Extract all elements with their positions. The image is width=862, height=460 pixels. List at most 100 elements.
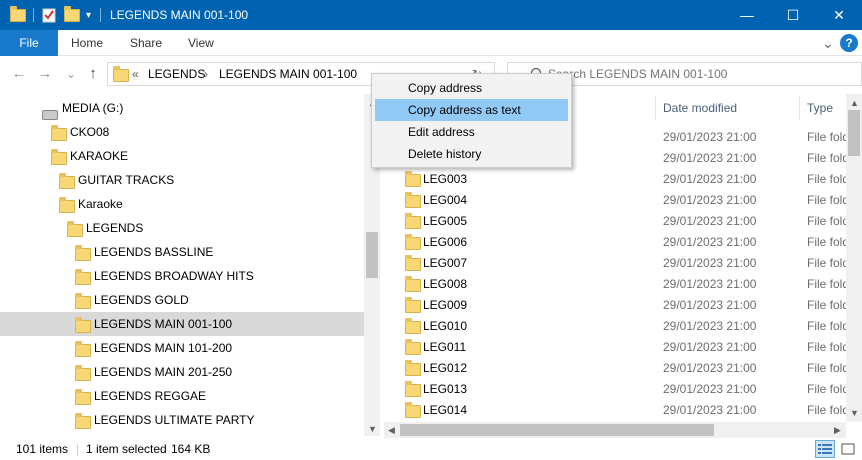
file-name: LEG006: [423, 235, 468, 249]
tree-item-label: LEGENDS BROADWAY HITS: [94, 269, 254, 283]
scroll-left-arrow[interactable]: ◀: [388, 425, 395, 436]
file-row[interactable]: LEG003 29/01/2023 21:00 File folder: [380, 169, 860, 190]
file-row[interactable]: LEG005 29/01/2023 21:00 File folder: [380, 211, 860, 232]
scroll-down-arrow[interactable]: ▼: [368, 424, 377, 434]
file-date: 29/01/2023 21:00: [663, 340, 757, 354]
file-row[interactable]: LEG008 29/01/2023 21:00 File folder: [380, 274, 860, 295]
tab-file[interactable]: File: [0, 30, 58, 56]
close-button[interactable]: ✕: [816, 0, 862, 30]
tree-item-label: LEGENDS MAIN 101-200: [94, 341, 233, 355]
file-date: 29/01/2023 21:00: [663, 361, 757, 375]
file-name: LEG013: [423, 382, 468, 396]
tab-share[interactable]: Share: [130, 30, 162, 56]
up-button[interactable]: ↑: [84, 64, 102, 84]
file-date: 29/01/2023 21:00: [663, 403, 757, 417]
new-folder-icon[interactable]: [64, 0, 80, 30]
tab-view[interactable]: View: [188, 30, 214, 56]
scroll-right-arrow[interactable]: ▶: [834, 425, 841, 436]
tree-item[interactable]: LEGENDS: [0, 216, 364, 240]
horizontal-scrollbar[interactable]: ◀ ▶: [384, 422, 846, 438]
file-row[interactable]: LEG014 29/01/2023 21:00 File folder: [380, 400, 860, 421]
properties-icon[interactable]: [42, 0, 56, 30]
tree-item-drive[interactable]: MEDIA (G:): [0, 96, 364, 120]
ribbon: File Home Share View ⌄ ?: [0, 30, 862, 56]
tree-item[interactable]: LEGENDS MAIN 101-200: [0, 336, 364, 360]
tree-item-label: MEDIA (G:): [62, 101, 124, 115]
menu-item-delete-history[interactable]: Delete history: [375, 143, 568, 165]
scroll-up-arrow[interactable]: ▲: [850, 98, 859, 108]
file-date: 29/01/2023 21:00: [663, 193, 757, 207]
minimize-button[interactable]: —: [724, 0, 770, 30]
tree-item[interactable]: LEGENDS GOLD: [0, 288, 364, 312]
file-list-scrollbar[interactable]: ▲ ▼: [846, 94, 862, 422]
back-button[interactable]: ←: [10, 64, 28, 84]
file-row[interactable]: LEG007 29/01/2023 21:00 File folder: [380, 253, 860, 274]
help-icon[interactable]: ?: [840, 34, 858, 52]
menu-item-edit-address[interactable]: Edit address: [375, 121, 568, 143]
breadcrumb-legends[interactable]: LEGENDS: [148, 63, 205, 85]
tree-item[interactable]: LEGENDS BROADWAY HITS: [0, 264, 364, 288]
tree-item-label: LEGENDS MAIN 201-250: [94, 365, 233, 379]
file-row[interactable]: LEG009 29/01/2023 21:00 File folder: [380, 295, 860, 316]
tree-item-label: LEGENDS BASSLINE: [94, 245, 214, 259]
divider: [100, 8, 101, 22]
scrollbar-thumb[interactable]: [400, 424, 714, 436]
tree-item[interactable]: GUITAR TRACKS: [0, 168, 364, 192]
folder-icon: [113, 66, 129, 85]
forward-button[interactable]: →: [36, 64, 54, 84]
file-row[interactable]: LEG013 29/01/2023 21:00 File folder: [380, 379, 860, 400]
tab-home[interactable]: Home: [71, 30, 103, 56]
scroll-down-arrow[interactable]: ▼: [850, 408, 859, 418]
chevron-down-icon[interactable]: ⌄: [822, 30, 834, 56]
tree-item[interactable]: LEGENDS ULTIMATE PARTY: [0, 408, 364, 430]
navigation-pane[interactable]: MEDIA (G:) CKO08 KARAOKE GUITAR TRACKS K…: [0, 94, 380, 430]
tree-item[interactable]: CKO08: [0, 120, 364, 144]
tree-item-label: KARAOKE: [70, 149, 129, 163]
file-date: 29/01/2023 21:00: [663, 172, 757, 186]
address-context-menu: Copy address Copy address as text Edit a…: [371, 73, 572, 168]
file-name: LEG007: [423, 256, 468, 270]
scrollbar-thumb[interactable]: [848, 110, 860, 156]
tree-item-label: LEGENDS ULTIMATE PARTY: [94, 413, 255, 427]
large-icons-view-button[interactable]: [838, 440, 858, 458]
file-row[interactable]: LEG010 29/01/2023 21:00 File folder: [380, 316, 860, 337]
file-name: LEG004: [423, 193, 468, 207]
tree-item[interactable]: LEGENDS BASSLINE: [0, 240, 364, 264]
file-name: LEG012: [423, 361, 468, 375]
column-type[interactable]: Type: [807, 94, 833, 122]
customize-toolbar-icon[interactable]: ▾: [86, 0, 91, 30]
details-view-button[interactable]: [815, 440, 835, 458]
file-row[interactable]: LEG011 29/01/2023 21:00 File folder: [380, 337, 860, 358]
tree-item[interactable]: KARAOKE: [0, 144, 364, 168]
file-date: 29/01/2023 21:00: [663, 277, 757, 291]
column-date-modified[interactable]: Date modified: [663, 94, 737, 122]
tree-item-label: Karaoke: [78, 197, 123, 211]
search-input[interactable]: [548, 66, 848, 82]
tree-item[interactable]: LEGENDS REGGAE: [0, 384, 364, 408]
file-date: 29/01/2023 21:00: [663, 151, 757, 165]
breadcrumb-overflow[interactable]: «: [132, 63, 139, 85]
recent-locations-button[interactable]: ⌄: [62, 64, 80, 84]
file-row[interactable]: LEG012 29/01/2023 21:00 File folder: [380, 358, 860, 379]
file-date: 29/01/2023 21:00: [663, 130, 757, 144]
menu-item-copy-address[interactable]: Copy address: [375, 77, 568, 99]
maximize-button[interactable]: ☐: [770, 0, 816, 30]
file-row[interactable]: LEG006 29/01/2023 21:00 File folder: [380, 232, 860, 253]
breadcrumb-separator[interactable]: ›: [204, 63, 208, 85]
scrollbar-thumb[interactable]: [366, 232, 378, 278]
file-row[interactable]: LEG004 29/01/2023 21:00 File folder: [380, 190, 860, 211]
folder-icon: [10, 0, 26, 30]
tree-item[interactable]: Karaoke: [0, 192, 364, 216]
tree-item[interactable]: LEGENDS MAIN 201-250: [0, 360, 364, 384]
tree-item-label: LEGENDS REGGAE: [94, 389, 207, 403]
breadcrumb-legends-main[interactable]: LEGENDS MAIN 001-100: [219, 63, 357, 85]
divider: |: [76, 442, 80, 456]
column-divider: [799, 96, 800, 120]
selection-size: 164 KB: [171, 442, 211, 456]
tree-item-selected[interactable]: LEGENDS MAIN 001-100: [0, 312, 364, 336]
tree-item-label: LEGENDS: [86, 221, 144, 235]
file-name: LEG014: [423, 403, 468, 417]
folder-icon: [75, 413, 91, 430]
menu-item-copy-address-as-text[interactable]: Copy address as text: [375, 99, 568, 121]
file-date: 29/01/2023 21:00: [663, 319, 757, 333]
